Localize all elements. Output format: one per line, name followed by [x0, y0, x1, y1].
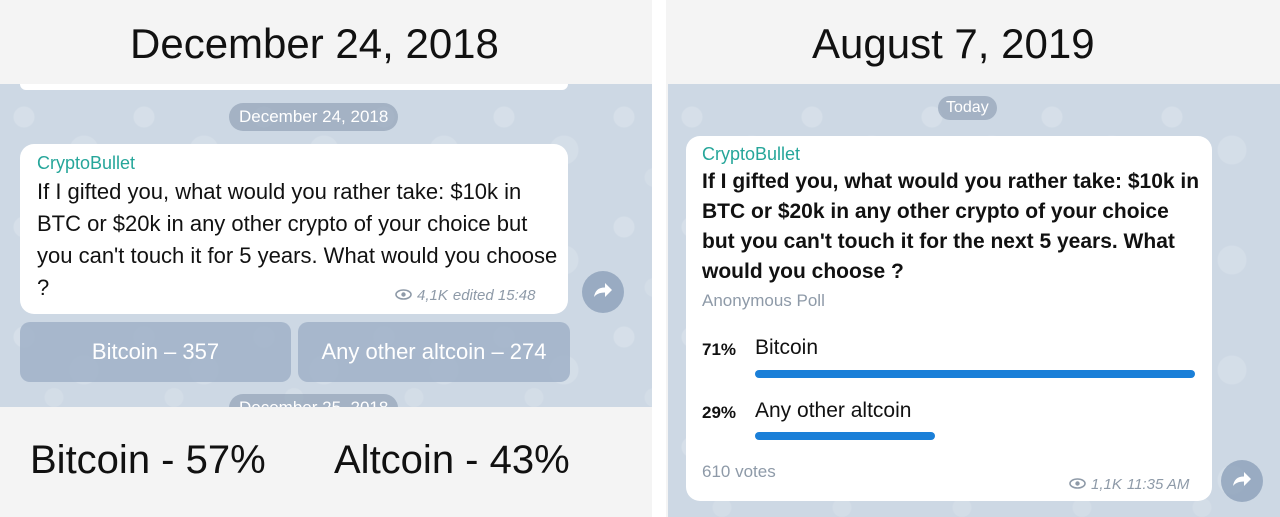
vote-count: 610 votes	[702, 462, 776, 481]
view-count: 1,1K	[1091, 476, 1122, 493]
poll-bubble[interactable]: CryptoBullet If I gifted you, what would…	[686, 136, 1212, 501]
left-heading: December 24, 2018	[130, 20, 499, 67]
previous-message-stub	[20, 84, 568, 90]
next-date-pill: December 25, 2018	[229, 394, 399, 407]
poll-option-percent: 71%	[702, 340, 737, 359]
poll-option-bar	[755, 432, 935, 440]
right-chat-area[interactable]: Today CryptoBullet If I gifted you, what…	[668, 84, 1280, 517]
poll-option-label: Bitcoin	[755, 336, 819, 359]
keyboard-button-bitcoin[interactable]: Bitcoin – 357	[20, 322, 291, 382]
right-heading: August 7, 2019	[812, 20, 1095, 67]
edited-time: edited 15:48	[452, 287, 536, 304]
poll-meta: 1,1K 11:35 AM	[1069, 476, 1189, 493]
poll-option-bar	[755, 370, 1195, 378]
share-button[interactable]	[582, 271, 624, 313]
sender-name[interactable]: CryptoBullet	[702, 144, 800, 165]
message-text: If I gifted you, what would you rather t…	[37, 179, 558, 300]
altcoin-percent-caption: Altcoin - 43%	[334, 438, 570, 482]
message-time: 11:35 AM	[1126, 476, 1190, 493]
share-arrow-icon	[1232, 471, 1252, 492]
right-panel: August 7, 2019 Today CryptoBullet If I g…	[666, 0, 1280, 517]
panel-divider	[652, 0, 666, 517]
bitcoin-percent-caption: Bitcoin - 57%	[30, 438, 266, 482]
poll-type: Anonymous Poll	[702, 291, 825, 310]
eye-icon	[1069, 476, 1086, 493]
share-arrow-icon	[593, 282, 613, 303]
left-panel: December 24, 2018 December 24, 2018 Cryp…	[0, 0, 652, 517]
share-button[interactable]	[1221, 460, 1263, 502]
today-pill: Today	[938, 96, 997, 120]
message-bubble[interactable]: CryptoBullet If I gifted you, what would…	[20, 144, 568, 314]
message-meta: 4,1K edited 15:48	[395, 287, 535, 304]
sender-name[interactable]: CryptoBullet	[37, 153, 135, 174]
eye-icon	[395, 287, 412, 304]
poll-option-label: Any other altcoin	[755, 399, 912, 422]
keyboard-button-altcoin[interactable]: Any other altcoin – 274	[298, 322, 570, 382]
date-pill: December 24, 2018	[229, 103, 399, 131]
poll-question: If I gifted you, what would you rather t…	[702, 170, 1200, 283]
left-chat-area[interactable]: December 24, 2018 CryptoBullet If I gift…	[0, 84, 652, 407]
poll-option-percent: 29%	[702, 403, 737, 422]
view-count: 4,1K	[417, 287, 448, 304]
